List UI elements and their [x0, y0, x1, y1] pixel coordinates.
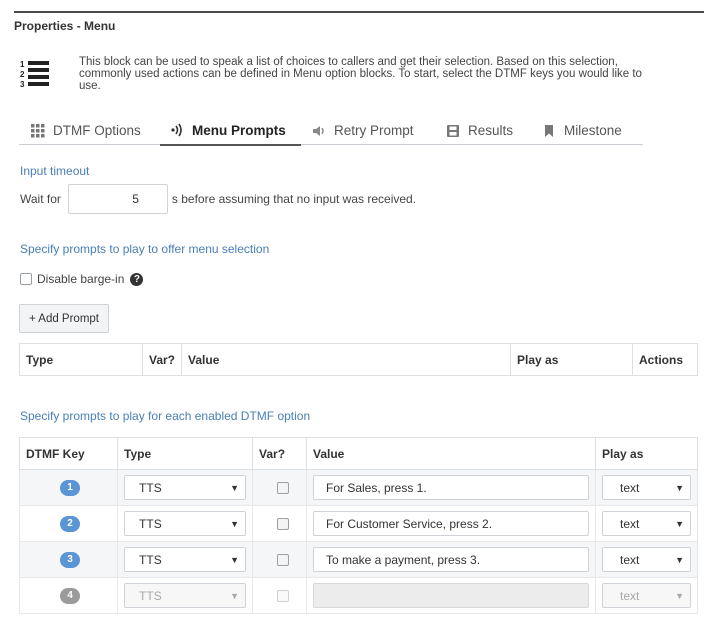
header-divider	[14, 11, 704, 13]
play-as-select[interactable]: text ▼	[602, 475, 691, 500]
col-dtmf-key: DTMF Key	[18, 437, 119, 470]
help-icon[interactable]: ?	[130, 272, 144, 286]
var-checkbox	[277, 589, 290, 602]
save-icon	[447, 124, 459, 137]
tab-retry-prompt[interactable]: Retry Prompt	[312, 116, 414, 145]
value-input[interactable]: To make a payment, press 3.	[312, 547, 589, 572]
speaker-icon	[313, 125, 324, 136]
value-input[interactable]: For Customer Service, press 2.	[312, 511, 589, 536]
dtmf-prompts-label: Specify prompts to play for each enabled…	[20, 409, 311, 423]
tab-milestone[interactable]: Milestone	[542, 116, 622, 145]
col-actions: Actions	[632, 343, 698, 376]
play-as-value: text	[620, 588, 640, 603]
dtmf-key-badge: 1	[60, 479, 80, 496]
wait-prefix: Wait for	[20, 192, 61, 206]
play-as-value: text	[620, 552, 640, 567]
tab-menu-prompts[interactable]: Menu Prompts	[160, 116, 301, 146]
type-select[interactable]: TTS ▼	[124, 475, 247, 500]
tab-label: Milestone	[564, 123, 622, 138]
col-type: Type	[19, 343, 143, 376]
menu-prompts-label: Specify prompts to play to offer menu se…	[20, 242, 270, 256]
caret-down-icon: ▼	[675, 519, 684, 529]
menu-prompts-table: Type Var? Value Play as Actions	[19, 343, 698, 376]
barge-in-label: Disable barge-in	[37, 272, 125, 286]
type-value: TTS	[139, 480, 162, 495]
tab-dtmf-options[interactable]: DTMF Options	[31, 116, 141, 145]
value-input[interactable]: For Sales, press 1.	[312, 475, 589, 500]
table-row: 4 TTS ▼ text ▼	[18, 577, 698, 614]
type-value: TTS	[139, 552, 162, 567]
barge-in-row: Disable barge-in ?	[20, 272, 144, 286]
dtmf-prompts-table: DTMF Key Type Var? Value Play as 1 TTS ▼ …	[18, 437, 698, 614]
tab-label: Retry Prompt	[334, 123, 414, 138]
grid-icon	[31, 123, 45, 137]
var-checkbox[interactable]	[277, 481, 290, 494]
caret-down-icon: ▼	[230, 591, 240, 601]
tab-label: Menu Prompts	[192, 122, 286, 138]
add-prompt-button[interactable]: + Add Prompt	[19, 304, 109, 333]
caret-down-icon: ▼	[230, 519, 240, 529]
svg-text:3: 3	[20, 80, 25, 89]
page-title: Properties - Menu	[14, 19, 116, 33]
tab-bar: DTMF Options Menu Prompts Retry Prompt R…	[19, 116, 643, 146]
timeout-input[interactable]	[67, 184, 168, 214]
numbered-list-icon: 1 2 3	[20, 60, 49, 89]
dtmf-key-badge: 2	[60, 515, 80, 532]
value-input	[312, 583, 589, 608]
table-row: 2 TTS ▼ For Customer Service, press 2. te…	[18, 505, 698, 542]
col-play-as: Play as	[595, 437, 698, 470]
input-timeout-label: Input timeout	[20, 164, 90, 178]
col-var: Var?	[141, 343, 183, 376]
caret-down-icon: ▼	[675, 483, 684, 493]
disable-barge-in-checkbox[interactable]	[20, 273, 32, 285]
block-description: This block can be used to speak a list o…	[79, 56, 642, 92]
caret-down-icon: ▼	[675, 555, 684, 565]
dtmf-key-badge: 3	[60, 551, 80, 568]
play-as-select[interactable]: text ▼	[602, 547, 691, 572]
audio-waves-icon	[171, 123, 182, 137]
svg-text:1: 1	[20, 60, 25, 69]
play-as-value: text	[620, 516, 640, 531]
type-select: TTS ▼	[124, 583, 247, 608]
col-value: Value	[181, 343, 512, 376]
play-as-value: text	[620, 480, 640, 495]
var-checkbox[interactable]	[277, 553, 290, 566]
play-as-select: text ▼	[602, 583, 691, 608]
tab-label: Results	[468, 123, 514, 138]
var-checkbox[interactable]	[277, 517, 290, 530]
wait-row: Wait for s before assuming that no input…	[20, 184, 416, 214]
tab-results[interactable]: Results	[446, 116, 513, 145]
type-select[interactable]: TTS ▼	[124, 511, 247, 536]
bookmark-icon	[545, 124, 553, 137]
col-type: Type	[117, 437, 254, 470]
caret-down-icon: ▼	[230, 555, 240, 565]
table-row: 3 TTS ▼ To make a payment, press 3. text ▼	[18, 541, 698, 578]
col-play-as: Play as	[510, 343, 634, 376]
svg-text:2: 2	[20, 70, 25, 79]
col-var: Var?	[252, 437, 307, 470]
tab-label: DTMF Options	[53, 123, 141, 138]
type-select[interactable]: TTS ▼	[124, 547, 247, 572]
wait-suffix: s before assuming that no input was rece…	[171, 192, 417, 206]
col-value: Value	[305, 437, 597, 470]
type-value: TTS	[139, 588, 162, 603]
caret-down-icon: ▼	[675, 591, 684, 601]
play-as-select[interactable]: text ▼	[602, 511, 691, 536]
table-row: 1 TTS ▼ For Sales, press 1. text ▼	[18, 469, 698, 506]
caret-down-icon: ▼	[230, 483, 240, 493]
dtmf-key-badge: 4	[60, 587, 80, 604]
type-value: TTS	[139, 516, 162, 531]
